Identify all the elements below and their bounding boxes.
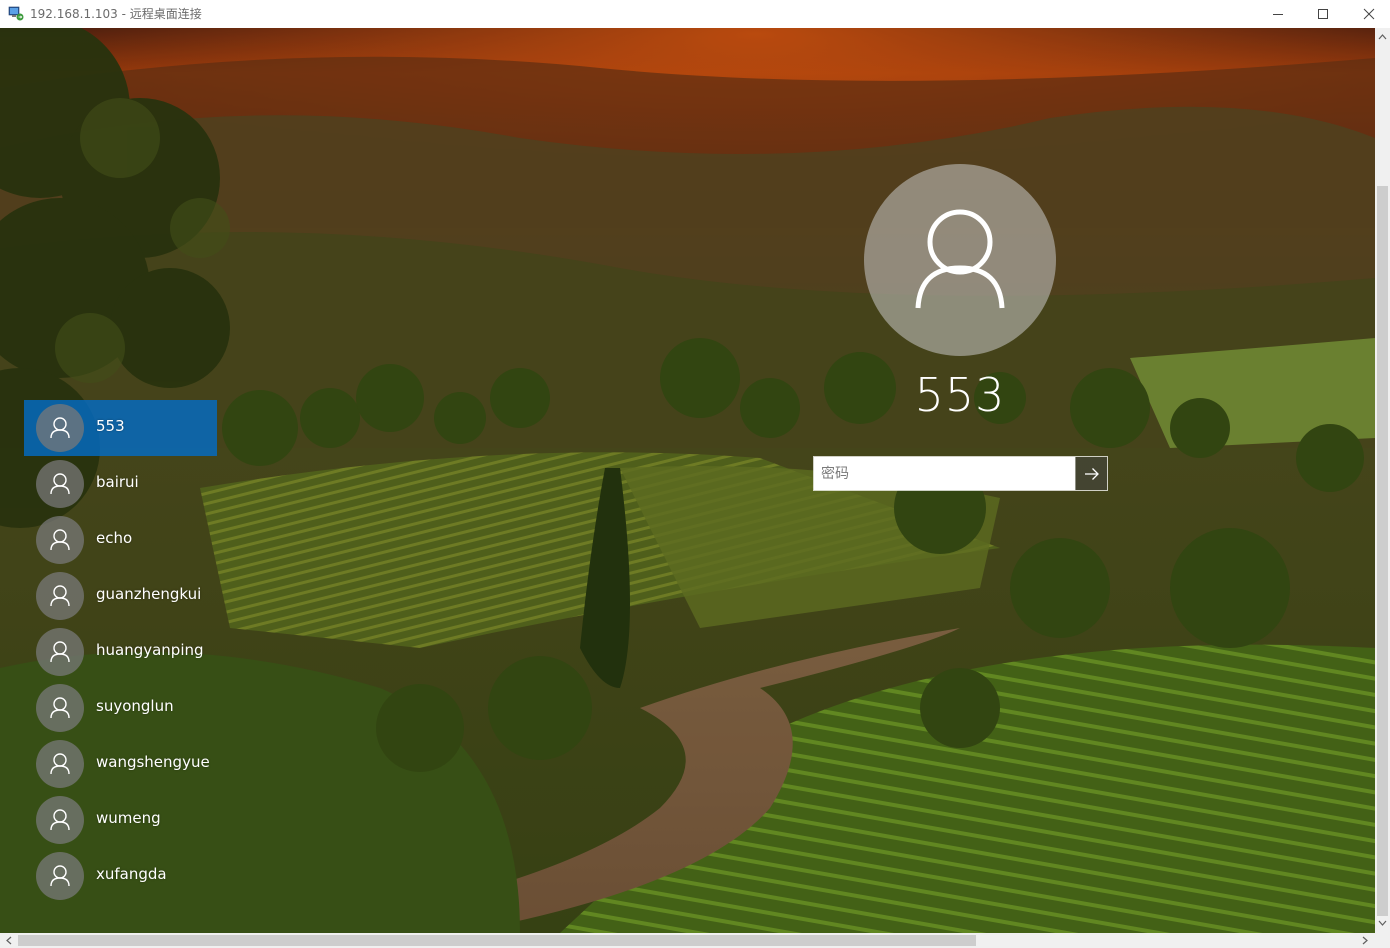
arrow-right-icon xyxy=(1084,467,1099,480)
user-name: guanzhengkui xyxy=(96,585,202,603)
current-user-avatar xyxy=(864,164,1056,356)
user-item-suyonglun[interactable]: suyonglun xyxy=(24,680,217,736)
user-silhouette-icon xyxy=(50,809,70,831)
user-list: 553 bairui echo guanzhengkui huangyanpin… xyxy=(24,400,234,904)
maximize-icon xyxy=(1318,9,1328,19)
horizontal-scrollbar[interactable] xyxy=(0,933,1375,948)
scrollbar-corner xyxy=(1375,933,1390,948)
window-title: 192.168.1.103 - 远程桌面连接 xyxy=(30,7,202,21)
scroll-left-arrow-icon[interactable] xyxy=(2,933,16,948)
scroll-right-arrow-icon[interactable] xyxy=(1358,933,1372,948)
remote-desktop-app-icon xyxy=(8,6,24,21)
vertical-scroll-thumb[interactable] xyxy=(1377,186,1388,916)
user-item-wangshengyue[interactable]: wangshengyue xyxy=(24,736,217,792)
remote-desktop-viewport[interactable]: 553 553 bairui echo guanzhengkui huangya… xyxy=(0,28,1375,933)
window-titlebar: 192.168.1.103 - 远程桌面连接 xyxy=(0,0,1390,28)
user-name: suyonglun xyxy=(96,697,174,715)
user-item-553[interactable]: 553 xyxy=(24,400,217,456)
user-silhouette-icon xyxy=(50,585,70,607)
user-item-huangyanping[interactable]: huangyanping xyxy=(24,624,217,680)
avatar xyxy=(36,740,84,788)
user-name: echo xyxy=(96,529,133,547)
close-button[interactable] xyxy=(1346,0,1390,28)
user-silhouette-icon xyxy=(915,209,1005,309)
user-silhouette-icon xyxy=(50,529,70,551)
user-name: xufangda xyxy=(96,865,167,883)
current-user-name: 553 xyxy=(914,368,1006,422)
avatar xyxy=(36,572,84,620)
avatar xyxy=(36,460,84,508)
vertical-scrollbar[interactable] xyxy=(1375,28,1390,933)
user-item-xufangda[interactable]: xufangda xyxy=(24,848,217,904)
user-item-echo[interactable]: echo xyxy=(24,512,217,568)
password-input[interactable] xyxy=(814,457,1075,490)
user-name: wumeng xyxy=(96,809,161,827)
user-silhouette-icon xyxy=(50,473,70,495)
user-silhouette-icon xyxy=(50,417,70,439)
user-silhouette-icon xyxy=(50,753,70,775)
avatar xyxy=(36,404,84,452)
user-name: huangyanping xyxy=(96,641,204,659)
user-name: bairui xyxy=(96,473,139,491)
user-silhouette-icon xyxy=(50,641,70,663)
avatar xyxy=(36,852,84,900)
close-icon xyxy=(1363,8,1375,20)
horizontal-scroll-thumb[interactable] xyxy=(18,935,976,946)
user-name: wangshengyue xyxy=(96,753,210,771)
scroll-down-arrow-icon[interactable] xyxy=(1375,916,1390,930)
user-item-bairui[interactable]: bairui xyxy=(24,456,217,512)
minimize-icon xyxy=(1273,14,1283,15)
submit-button[interactable] xyxy=(1075,457,1107,490)
user-silhouette-icon xyxy=(50,697,70,719)
password-box xyxy=(813,456,1108,491)
scroll-up-arrow-icon[interactable] xyxy=(1375,30,1390,44)
avatar xyxy=(36,684,84,732)
maximize-button[interactable] xyxy=(1300,0,1346,28)
avatar xyxy=(36,516,84,564)
minimize-button[interactable] xyxy=(1255,0,1301,28)
user-item-wumeng[interactable]: wumeng xyxy=(24,792,217,848)
avatar xyxy=(36,796,84,844)
user-item-guanzhengkui[interactable]: guanzhengkui xyxy=(24,568,217,624)
user-name: 553 xyxy=(96,417,125,435)
avatar xyxy=(36,628,84,676)
user-silhouette-icon xyxy=(50,865,70,887)
